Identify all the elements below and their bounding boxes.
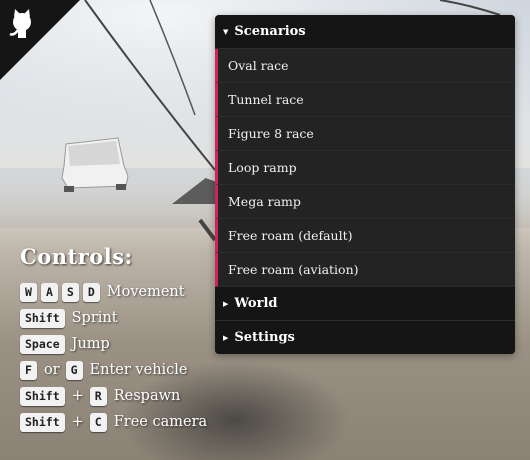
world-label: World [234, 296, 278, 311]
control-row-enter-vehicle: F or G Enter vehicle [20, 357, 207, 383]
key-r: R [89, 386, 107, 406]
scenarios-label: Scenarios [234, 24, 306, 39]
key-s: S [61, 282, 79, 302]
control-row-movement: W A S D Movement [20, 279, 207, 305]
action-label: Free camera [113, 414, 208, 430]
scenarios-section-header[interactable]: ▼ Scenarios [215, 15, 515, 49]
key-d: D [82, 282, 100, 302]
key-shift: Shift [20, 412, 65, 432]
control-row-sprint: Shift Sprint [20, 305, 207, 331]
scenario-item-figure-8-race[interactable]: Figure 8 race [215, 117, 515, 151]
caret-right-icon: ▶ [223, 333, 229, 342]
settings-section-header[interactable]: ▶ Settings [215, 321, 515, 354]
key-joiner: or [43, 362, 60, 378]
key-g: G [65, 360, 83, 380]
scenario-item-mega-ramp[interactable]: Mega ramp [215, 185, 515, 219]
key-w: W [20, 282, 37, 302]
control-row-respawn: Shift + R Respawn [20, 383, 207, 409]
settings-label: Settings [234, 330, 295, 345]
vehicle [61, 137, 129, 192]
scenario-item-tunnel-race[interactable]: Tunnel race [215, 83, 515, 117]
caret-right-icon: ▶ [223, 299, 229, 308]
scenario-item-free-roam-default[interactable]: Free roam (default) [215, 219, 515, 253]
caret-down-icon: ▼ [223, 27, 229, 36]
key-shift: Shift [20, 308, 65, 328]
key-space: Space [20, 334, 65, 354]
world-section-header[interactable]: ▶ World [215, 287, 515, 321]
action-label: Enter vehicle [89, 362, 188, 378]
scenario-item-free-roam-aviation[interactable]: Free roam (aviation) [215, 253, 515, 287]
scenario-menu: ▼ Scenarios Oval race Tunnel race Figure… [215, 15, 515, 354]
key-joiner: + [71, 414, 84, 430]
control-row-jump: Space Jump [20, 331, 207, 357]
scenario-item-loop-ramp[interactable]: Loop ramp [215, 151, 515, 185]
key-f: F [20, 360, 37, 380]
key-joiner: + [71, 388, 84, 404]
github-corner-link[interactable] [0, 0, 80, 80]
action-label: Sprint [71, 310, 118, 326]
key-a: A [40, 282, 58, 302]
scenario-item-oval-race[interactable]: Oval race [215, 49, 515, 83]
controls-panel: Controls: W A S D Movement Shift Sprint … [20, 244, 207, 435]
control-row-free-camera: Shift + C Free camera [20, 409, 207, 435]
key-c: C [89, 412, 107, 432]
action-label: Respawn [113, 388, 181, 404]
key-shift: Shift [20, 386, 65, 406]
action-label: Movement [106, 284, 185, 300]
controls-title: Controls: [20, 244, 133, 269]
action-label: Jump [71, 336, 110, 352]
